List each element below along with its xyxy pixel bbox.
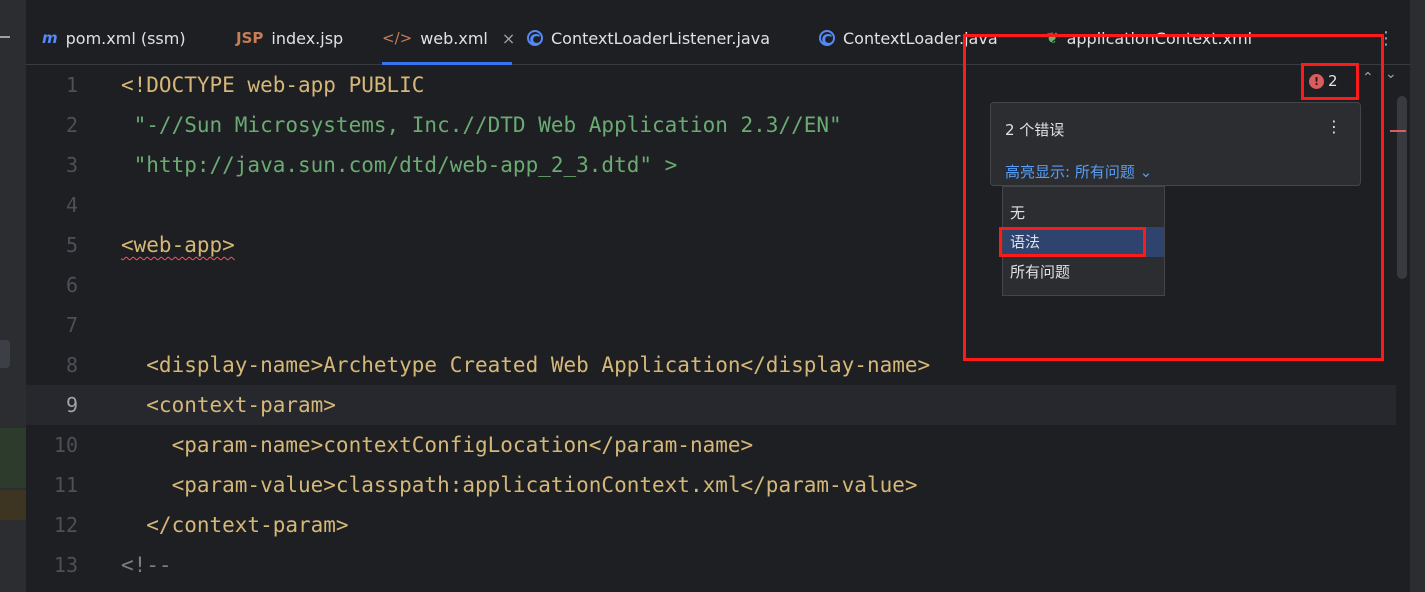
tool-strip-handle[interactable] bbox=[0, 340, 10, 368]
line-text: <display-name>Archetype Created Web Appl… bbox=[121, 353, 931, 377]
change-marker-added bbox=[0, 428, 26, 488]
code-line: 13 <!-- bbox=[26, 545, 1396, 585]
tool-strip-indicator bbox=[0, 36, 10, 38]
line-text: <param-value>classpath:applicationContex… bbox=[121, 473, 918, 497]
tab-context-loader-listener[interactable]: C ContextLoaderListener.java bbox=[527, 12, 770, 64]
close-tab-icon[interactable]: × bbox=[502, 29, 515, 48]
annotation-error-badge-box bbox=[1301, 63, 1359, 100]
line-number: 5 bbox=[65, 233, 78, 257]
line-number: 9 bbox=[65, 393, 78, 417]
xml-file-icon: </> bbox=[382, 29, 413, 47]
left-tool-strip bbox=[0, 0, 26, 592]
line-number: 13 bbox=[53, 553, 78, 577]
line-number: 8 bbox=[65, 353, 78, 377]
line-number: 11 bbox=[53, 473, 78, 497]
tab-label: pom.xml (ssm) bbox=[65, 28, 186, 48]
tab-index-jsp[interactable]: JSP index.jsp bbox=[236, 12, 343, 64]
line-number: 1 bbox=[65, 73, 78, 97]
line-number: 3 bbox=[65, 153, 78, 177]
line-number: 7 bbox=[65, 313, 78, 337]
line-text: <context-param> bbox=[121, 393, 336, 417]
line-number: 4 bbox=[65, 193, 78, 217]
tab-label: index.jsp bbox=[271, 28, 344, 48]
web-app-tag: <web-app> bbox=[121, 233, 235, 257]
error-stripe-marker[interactable] bbox=[1390, 130, 1406, 132]
doctype-token: <!DOCTYPE web-app PUBLIC bbox=[121, 73, 425, 97]
line-number: 10 bbox=[53, 433, 78, 457]
class-icon: C bbox=[819, 30, 835, 48]
line-number: 2 bbox=[65, 113, 78, 137]
tab-pom-xml[interactable]: m pom.xml (ssm) bbox=[42, 12, 186, 64]
tab-web-xml[interactable]: </> web.xml × bbox=[382, 12, 515, 65]
code-line: 12 </context-param> bbox=[26, 505, 1396, 545]
line-text: <param-name>contextConfigLocation</param… bbox=[121, 433, 754, 457]
line-number: 6 bbox=[65, 273, 78, 297]
line-text: <!-- bbox=[121, 553, 172, 577]
scrollbar-thumb[interactable] bbox=[1397, 96, 1407, 279]
line-text: "-//Sun Microsystems, Inc.//DTD Web Appl… bbox=[121, 113, 842, 137]
tab-label: web.xml bbox=[420, 28, 488, 48]
line-text: </context-param> bbox=[121, 513, 349, 537]
right-tool-strip bbox=[1410, 0, 1425, 592]
line-text: "http://java.sun.com/dtd/web-app_2_3.dtd… bbox=[121, 153, 678, 177]
code-line-current: 9 <context-param> bbox=[26, 385, 1396, 425]
next-problem-icon[interactable]: ⌄ bbox=[1385, 66, 1397, 82]
class-icon: C bbox=[527, 30, 543, 48]
line-number: 12 bbox=[53, 513, 78, 537]
maven-icon: m bbox=[42, 29, 58, 47]
jsp-file-icon: JSP bbox=[236, 29, 264, 47]
annotation-option-box bbox=[999, 227, 1146, 257]
tab-label: ContextLoaderListener.java bbox=[551, 28, 770, 48]
line-text: <web-app> bbox=[121, 225, 235, 265]
change-marker-modified bbox=[0, 490, 26, 520]
code-line: 10 <param-name>contextConfigLocation</pa… bbox=[26, 425, 1396, 465]
code-line: 11 <param-value>classpath:applicationCon… bbox=[26, 465, 1396, 505]
line-text: <!DOCTYPE web-app PUBLIC bbox=[121, 65, 424, 105]
